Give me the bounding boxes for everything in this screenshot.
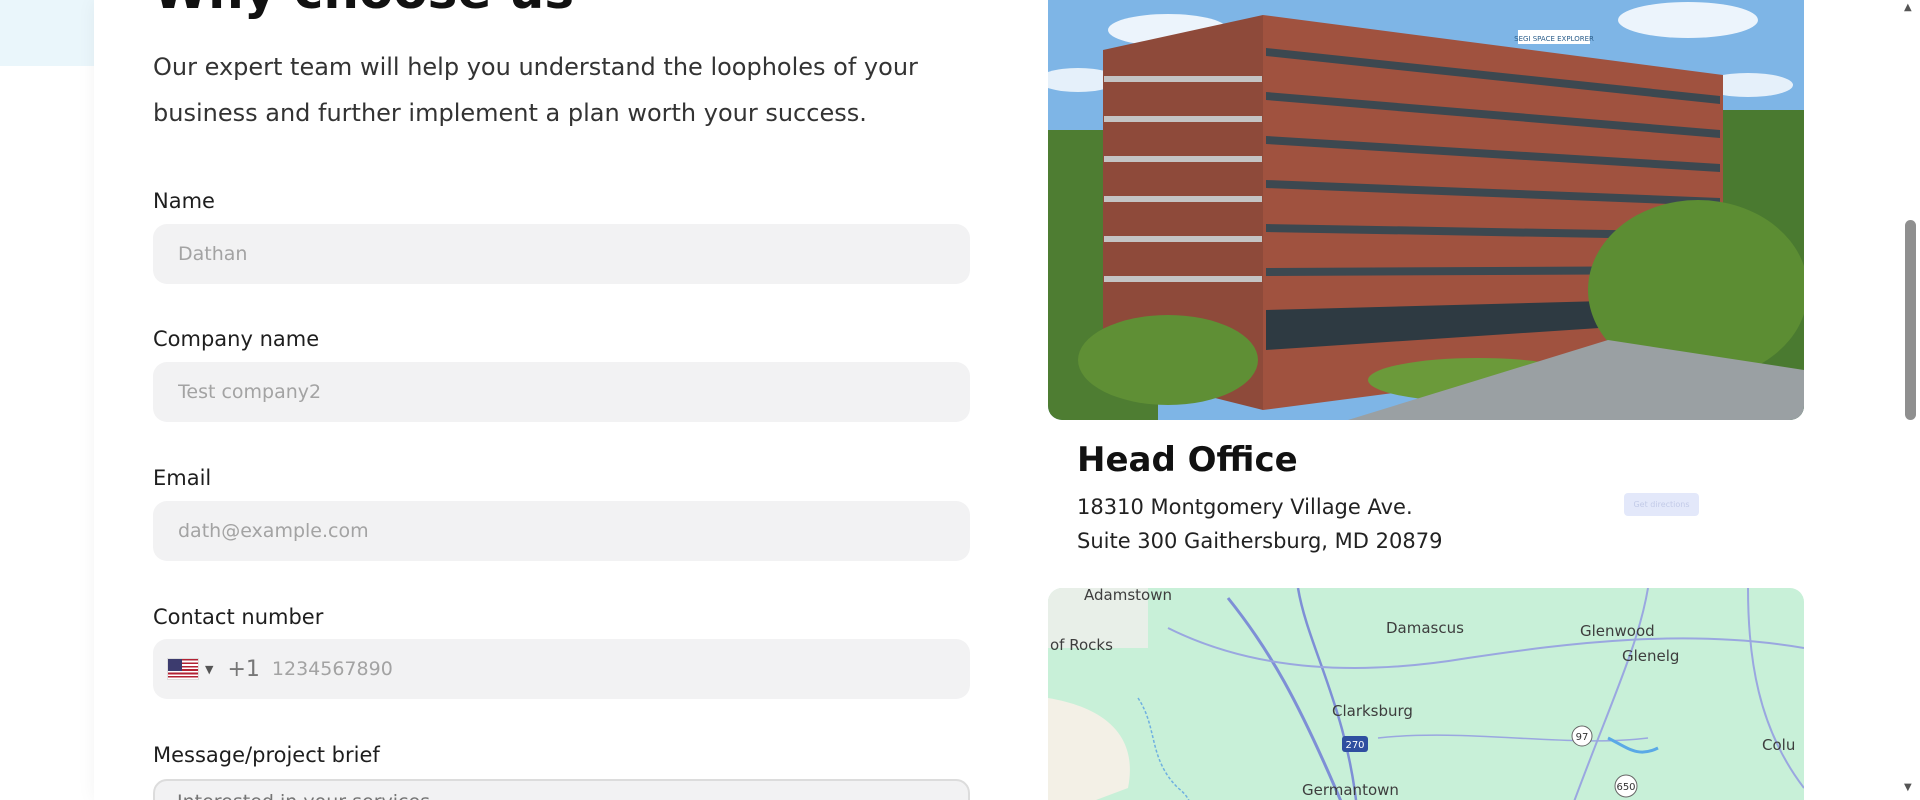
office-address: 18310 Montgomery Village Ave. Suite 300 … [1077,490,1442,558]
message-label: Message/project brief [153,743,380,767]
section-intro: Our expert team will help you understand… [153,53,918,127]
map-place-colu: Colu [1762,736,1795,754]
name-input[interactable] [153,224,970,284]
map-place-glenwood: Glenwood [1580,622,1655,640]
route-shield-97: 97 [1576,732,1589,743]
route-shield-650: 650 [1616,782,1635,793]
page-scrollbar[interactable]: ▲ ▼ [1900,0,1920,800]
message-textarea[interactable] [153,779,970,800]
address-line-1: 18310 Montgomery Village Ave. [1077,495,1413,519]
company-name-input[interactable] [153,362,970,422]
head-office-title: Head Office [1077,440,1298,480]
contact-number-field: ▼ +1 [153,639,970,699]
contact-number-label: Contact number [153,605,324,629]
map-place-damascus: Damascus [1386,619,1464,637]
scroll-down-icon[interactable]: ▼ [1904,782,1912,793]
email-input[interactable] [153,501,970,561]
scrollbar-thumb[interactable] [1905,220,1916,420]
us-flag-icon[interactable] [167,658,199,680]
chevron-down-icon[interactable]: ▼ [205,663,213,676]
map-place-glenelg: Glenelg [1622,647,1679,665]
office-building-photo: SEGI SPACE EXPLORER [1048,0,1804,420]
map-place-clarksburg: Clarksburg [1332,702,1413,720]
company-name-label: Company name [153,327,320,351]
scroll-up-icon[interactable]: ▲ [1904,2,1912,13]
dial-code: +1 [227,656,260,682]
map-place-adamstown: Adamstown [1084,588,1172,604]
map-place-of-rocks: of Rocks [1050,636,1113,654]
route-shield-270: 270 [1345,740,1364,751]
name-label: Name [153,189,215,213]
email-label: Email [153,466,212,490]
get-directions-button[interactable]: Get directions [1624,493,1699,516]
building-sign: SEGI SPACE EXPLORER [1514,35,1594,43]
office-map[interactable]: Adamstown of Rocks Damascus Glenwood Gle… [1048,588,1804,800]
address-line-2: Suite 300 Gaithersburg, MD 20879 [1077,529,1443,553]
section-heading: Why choose us [153,0,574,20]
map-place-germantown: Germantown [1302,781,1399,799]
contact-number-input[interactable] [271,658,872,680]
